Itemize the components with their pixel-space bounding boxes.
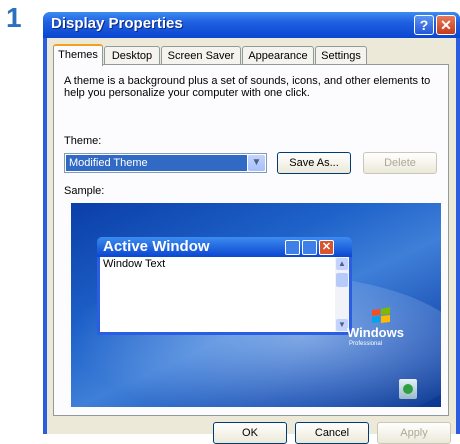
active-window-preview: Active Window ✕ Window Text ▲ ▼ [97,237,352,335]
help-button[interactable]: ? [414,15,434,35]
active-window-title-bar: Active Window ✕ [97,237,352,257]
windows-logo: Windows Professional [347,307,417,363]
recycle-bin-icon [399,379,417,399]
sample-preview: Active Window ✕ Window Text ▲ ▼ Windows … [71,203,441,407]
display-properties-window: Display Properties ? ✕ Themes Desktop Sc… [43,12,460,444]
chevron-down-icon[interactable]: ▼ [248,155,265,171]
minimize-icon [285,240,300,255]
tab-screen-saver[interactable]: Screen Saver [161,46,241,64]
active-window-client: Window Text ▲ ▼ [100,257,349,332]
tab-themes[interactable]: Themes [53,44,103,66]
maximize-icon [302,240,317,255]
save-as-button[interactable]: Save As... [277,152,351,174]
windows-flag-icon [372,307,390,323]
tab-desktop[interactable]: Desktop [104,46,160,64]
apply-button[interactable]: Apply [377,422,451,444]
close-icon: ✕ [319,240,334,255]
scroll-up-icon: ▲ [336,258,348,270]
windows-edition-text: Professional [349,341,383,347]
ok-button[interactable]: OK [213,422,287,444]
step-number: 1 [6,2,22,33]
theme-description: A theme is a background plus a set of so… [64,75,431,99]
tab-settings[interactable]: Settings [315,46,367,64]
tab-appearance[interactable]: Appearance [242,46,314,64]
themes-panel: A theme is a background plus a set of so… [53,64,449,416]
delete-button[interactable]: Delete [363,152,437,174]
windows-logo-text: Windows [347,325,404,340]
theme-dropdown-value: Modified Theme [66,155,247,171]
window-title: Display Properties [51,15,183,32]
dialog-body: Themes Desktop Screen Saver Appearance S… [47,38,456,444]
title-bar[interactable]: Display Properties ? ✕ [43,12,460,38]
scroll-thumb [336,273,348,287]
sample-label: Sample: [64,185,105,197]
close-button[interactable]: ✕ [436,15,456,35]
theme-label: Theme: [64,135,102,147]
window-text: Window Text [103,258,166,270]
active-window-title: Active Window [103,238,210,255]
cancel-button[interactable]: Cancel [295,422,369,444]
theme-dropdown[interactable]: Modified Theme ▼ [64,153,267,173]
